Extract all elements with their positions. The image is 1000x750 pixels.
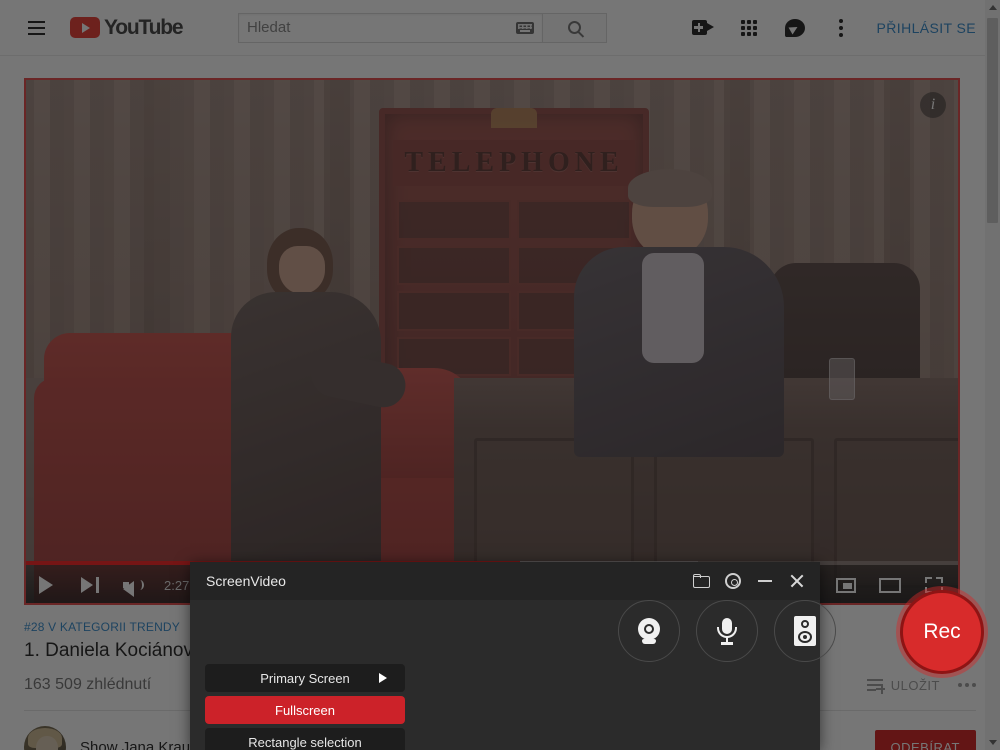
save-button[interactable]: ULOŽIT (866, 677, 940, 694)
video-frame: TELEPHONE (24, 78, 960, 605)
capture-mode-group: Primary Screen Fullscreen Rectangle sele… (205, 664, 405, 750)
view-count: 163 509 zhlédnutí (24, 676, 152, 693)
masthead-right: PŘIHLÁSIT SE (683, 8, 1000, 48)
youtube-logo-text: YouTube (104, 15, 184, 39)
volume-button[interactable] (112, 565, 156, 605)
video-actions: ULOŽIT (866, 677, 976, 694)
play-icon (39, 576, 53, 594)
webcam-icon (636, 618, 662, 644)
search-button[interactable] (543, 12, 607, 43)
screenvideo-title: ScreenVideo (206, 573, 286, 589)
notifications-icon[interactable] (775, 8, 815, 48)
minimize-icon[interactable] (750, 566, 780, 596)
scroll-down-arrow-icon[interactable] (985, 735, 1000, 750)
speaker-icon (794, 616, 816, 646)
create-video-icon[interactable] (683, 8, 723, 48)
signin-button[interactable]: PŘIHLÁSIT SE (867, 20, 986, 36)
video-info-icon[interactable]: i (920, 92, 946, 118)
miniplayer-icon (836, 577, 856, 593)
search-area (238, 12, 607, 43)
apps-grid-icon[interactable] (729, 8, 769, 48)
close-icon[interactable] (782, 566, 812, 596)
capture-source-label: Primary Screen (260, 670, 350, 686)
theater-mode-icon (879, 577, 901, 593)
scroll-up-arrow-icon[interactable] (985, 0, 1000, 15)
search-input[interactable] (247, 19, 516, 36)
controls-left: 2:27 / (24, 565, 205, 605)
webcam-toggle[interactable] (618, 600, 680, 662)
next-video-icon (81, 577, 99, 593)
scrollbar-thumb[interactable] (987, 18, 998, 223)
search-box[interactable] (238, 12, 543, 43)
play-button[interactable] (24, 565, 68, 605)
search-icon (568, 21, 581, 34)
more-actions-icon[interactable] (958, 683, 976, 687)
mode-fullscreen[interactable]: Fullscreen (205, 696, 405, 724)
save-label: ULOŽIT (890, 677, 940, 693)
next-video-button[interactable] (68, 565, 112, 605)
open-folder-icon[interactable] (686, 566, 716, 596)
screenvideo-window[interactable]: ScreenVideo Primary Screen Fullscreen Re… (190, 562, 984, 750)
screenvideo-titlebar[interactable]: ScreenVideo (190, 562, 820, 600)
theater-mode-button[interactable] (868, 565, 912, 605)
avatar[interactable] (24, 726, 66, 750)
titlebar-buttons (686, 566, 812, 596)
microphone-icon (717, 617, 737, 645)
record-button[interactable]: Rec (900, 590, 984, 674)
settings-gear-icon[interactable] (718, 566, 748, 596)
hamburger-icon[interactable] (16, 8, 56, 48)
miniplayer-button[interactable] (824, 565, 868, 605)
mode-fullscreen-label: Fullscreen (275, 702, 335, 718)
screen-root: YouTube Hledat PŘIHLÁSIT SE TELEPHONE i … (0, 0, 1000, 750)
video-player[interactable]: TELEPHONE i 2:27 / (24, 78, 960, 605)
mode-rectangle-selection[interactable]: Rectangle selection (205, 728, 405, 750)
youtube-play-icon (70, 17, 100, 38)
microphone-toggle[interactable] (696, 600, 758, 662)
page-scrollbar[interactable] (985, 0, 1000, 750)
chevron-right-icon (379, 673, 387, 683)
youtube-logo[interactable]: YouTube (70, 15, 184, 40)
volume-icon (123, 577, 145, 597)
mode-rectangle-label: Rectangle selection (248, 734, 362, 750)
speaker-toggle[interactable] (774, 600, 836, 662)
device-toggles (618, 600, 836, 662)
channel-name[interactable]: Show Jana Krause (80, 739, 206, 750)
subscribe-button[interactable]: ODEBÍRAT (874, 729, 976, 750)
capture-source-dropdown[interactable]: Primary Screen (205, 664, 405, 692)
masthead-left: YouTube (0, 8, 210, 48)
keyboard-icon[interactable] (516, 21, 534, 34)
youtube-masthead: YouTube Hledat PŘIHLÁSIT SE (0, 0, 1000, 56)
more-vertical-icon[interactable] (821, 8, 861, 48)
record-button-label: Rec (923, 620, 961, 643)
screenvideo-body: Primary Screen Fullscreen Rectangle sele… (190, 590, 984, 750)
save-to-playlist-icon (866, 678, 886, 694)
